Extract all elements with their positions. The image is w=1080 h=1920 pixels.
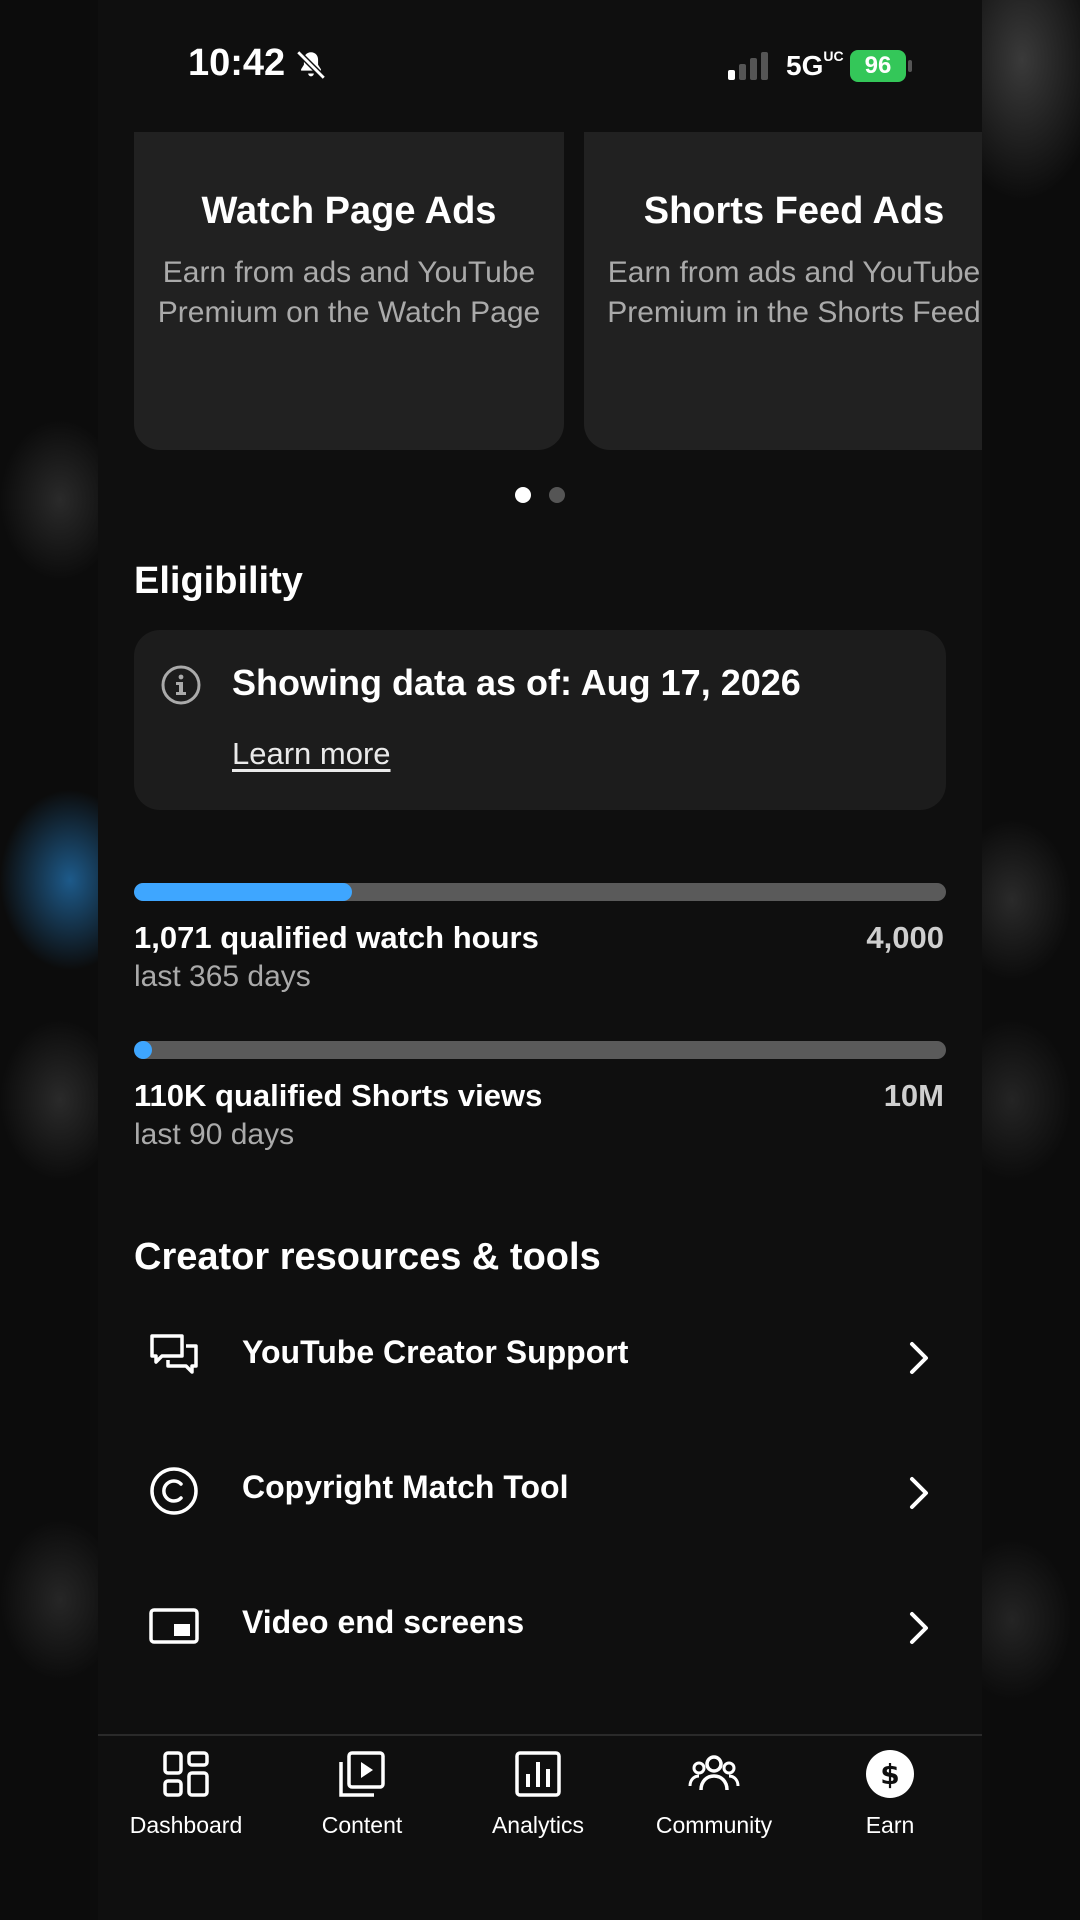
status-time: 10:42 (188, 42, 286, 84)
resource-label: Copyright Match Tool (242, 1469, 569, 1505)
dashboard-icon (163, 1751, 209, 1797)
chevron-right-icon (910, 1342, 928, 1374)
battery-indicator: 96 (850, 50, 906, 82)
blurred-backdrop-left (0, 0, 98, 1920)
shorts-views-label: 110K qualified Shorts views (134, 1078, 543, 1113)
bell-off-icon (296, 50, 326, 80)
card-title: Watch Page Ads (201, 190, 497, 232)
content-icon (339, 1751, 385, 1797)
carousel-card-watch-page-ads[interactable]: Watch Page Ads Earn from ads and YouTube… (134, 106, 564, 450)
card-title: Shorts Feed Ads (643, 190, 945, 232)
data-date-text: Showing data as of: Aug 17, 2026 (232, 662, 801, 703)
nav-item-content[interactable]: Content (274, 1748, 450, 1839)
bottom-nav: Dashboard Content Analytics Community $ … (98, 1734, 982, 1920)
shorts-views-period: last 90 days (134, 1118, 295, 1151)
card-description: Earn from ads and YouTube Premium on the… (157, 256, 541, 329)
card-description: Earn from ads and YouTube Premium in the… (607, 256, 981, 329)
eligibility-heading: Eligibility (134, 560, 303, 602)
resources-heading: Creator resources & tools (134, 1236, 601, 1278)
data-date-notice: Showing data as of: Aug 17, 2026 Learn m… (134, 630, 946, 810)
watch-hours-period: last 365 days (134, 960, 311, 993)
status-bar: 10:42 5GUC 96 (98, 0, 982, 132)
nav-label: Analytics (491, 1812, 585, 1838)
chevron-right-icon (910, 1477, 928, 1509)
resource-item-creator-support[interactable]: YouTube Creator Support (98, 1306, 982, 1416)
earn-icon: $ (866, 1750, 914, 1798)
learn-more-link[interactable]: Learn more (232, 736, 391, 772)
nav-label: Dashboard (129, 1812, 243, 1838)
chevron-right-icon (910, 1612, 928, 1644)
nav-item-community[interactable]: Community (626, 1748, 802, 1839)
carousel-card-shorts-feed-ads[interactable]: Shorts Feed Ads Earn from ads and YouTub… (584, 106, 982, 450)
watch-hours-progress-bar (134, 883, 946, 901)
watch-hours-goal: 4,000 (866, 920, 944, 955)
shorts-views-goal: 10M (883, 1078, 944, 1113)
pagination-dot-active[interactable] (515, 487, 531, 503)
carousel-pagination (98, 487, 982, 507)
nav-label: Community (655, 1812, 773, 1838)
nav-item-analytics[interactable]: Analytics (450, 1748, 626, 1839)
nav-item-dashboard[interactable]: Dashboard (98, 1748, 274, 1839)
resource-label: Video end screens (242, 1604, 525, 1640)
chat-bubbles-icon (150, 1334, 198, 1374)
community-icon (688, 1755, 740, 1791)
nav-label: Content (321, 1812, 403, 1838)
resource-item-copyright-match[interactable]: Copyright Match Tool (98, 1441, 982, 1551)
signal-icon (728, 52, 768, 80)
resource-label: YouTube Creator Support (242, 1334, 629, 1370)
blurred-backdrop-right (982, 0, 1080, 1920)
resource-item-end-screens[interactable]: Video end screens (98, 1576, 982, 1686)
watch-hours-label: 1,071 qualified watch hours (134, 920, 539, 955)
shorts-views-progress-fill (134, 1041, 152, 1059)
analytics-icon (515, 1751, 561, 1797)
nav-item-earn[interactable]: $ Earn (802, 1748, 978, 1839)
end-screen-icon (149, 1608, 199, 1644)
info-icon (161, 665, 201, 705)
watch-hours-progress-fill (134, 883, 352, 901)
nav-label: Earn (865, 1812, 915, 1838)
app-screen: 10:42 5GUC 96 Watch Page Ads Earn from a… (98, 0, 982, 1920)
network-type: 5GUC (786, 48, 844, 81)
shorts-views-progress-bar (134, 1041, 946, 1059)
battery-tip (908, 60, 912, 72)
copyright-icon (150, 1467, 198, 1515)
svg-text:$: $ (880, 1758, 899, 1791)
pagination-dot[interactable] (549, 487, 565, 503)
